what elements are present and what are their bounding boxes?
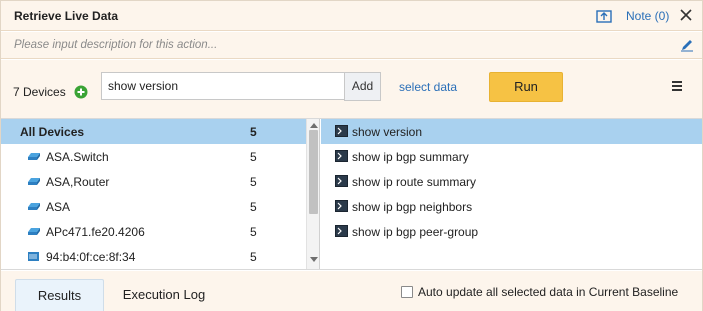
access-point-icon — [28, 228, 40, 235]
command-row[interactable]: show ip bgp neighbors — [321, 194, 702, 219]
device-count: 5 — [250, 125, 257, 139]
command-name: show version — [352, 125, 423, 139]
command-name: show ip route summary — [352, 175, 477, 189]
device-name: ASA,Router — [46, 175, 110, 189]
retrieve-live-data-panel: Retrieve Live Data Note (0) Please input… — [0, 0, 703, 311]
command-row[interactable]: show version — [321, 119, 702, 144]
auto-update-label[interactable]: Auto update all selected data in Current… — [418, 285, 678, 299]
device-row[interactable]: ASA,Router 5 — [1, 169, 306, 194]
firewall-icon — [28, 203, 40, 210]
note-link[interactable]: Note (0) — [626, 9, 669, 23]
tab-execution-log[interactable]: Execution Log — [110, 279, 218, 311]
command-row[interactable]: show ip bgp summary — [321, 144, 702, 169]
server-icon — [28, 252, 39, 261]
router-icon — [28, 178, 40, 185]
device-count: 5 — [250, 225, 257, 239]
device-name: ASA.Switch — [46, 150, 109, 164]
add-device-icon[interactable] — [74, 85, 88, 99]
tab-results[interactable]: Results — [15, 279, 104, 311]
command-row[interactable]: show ip route summary — [321, 169, 702, 194]
title-bar: Retrieve Live Data Note (0) — [1, 1, 702, 31]
command-name: show ip bgp summary — [352, 150, 469, 164]
run-button[interactable]: Run — [489, 72, 563, 102]
scroll-down-icon[interactable] — [310, 257, 318, 263]
command-name: show ip bgp neighbors — [352, 200, 473, 214]
toolbar: 7 Devices Add select data Run — [1, 60, 702, 118]
pencil-icon[interactable] — [680, 38, 694, 52]
device-row[interactable]: ASA 5 — [1, 194, 306, 219]
select-data-link[interactable]: select data — [399, 80, 457, 94]
note-icon[interactable] — [596, 8, 612, 23]
device-list-scrollbar[interactable] — [306, 119, 320, 269]
command-row[interactable]: show ip bgp peer-group — [321, 219, 702, 244]
scrollbar-thumb[interactable] — [309, 130, 318, 214]
lists-area: All Devices 5 ASA.Switch 5 ASA,Router 5 — [1, 118, 702, 270]
device-row[interactable]: ASA.Switch 5 — [1, 144, 306, 169]
device-row-all[interactable]: All Devices 5 — [1, 119, 306, 144]
device-count: 5 — [250, 175, 257, 189]
scroll-up-icon[interactable] — [310, 122, 318, 128]
bottom-bar: Results Execution Log Auto update all se… — [1, 271, 702, 311]
menu-icon[interactable] — [671, 80, 683, 92]
command-list: show version show ip bgp summary show ip… — [321, 119, 702, 269]
description-placeholder[interactable]: Please input description for this action… — [14, 39, 217, 51]
command-name: show ip bgp peer-group — [352, 225, 479, 239]
device-row[interactable]: 94:b4:0f:ce:8f:34 5 — [1, 244, 306, 269]
devices-count-label: 7 Devices — [13, 85, 66, 99]
device-name: APc471.fe20.4206 — [46, 225, 145, 239]
device-count: 5 — [250, 200, 257, 214]
add-button[interactable]: Add — [344, 72, 381, 101]
device-row[interactable]: APc471.fe20.4206 5 — [1, 219, 306, 244]
description-row[interactable]: Please input description for this action… — [1, 32, 702, 59]
auto-update-checkbox[interactable] — [401, 286, 413, 298]
device-name: 94:b4:0f:ce:8f:34 — [46, 250, 136, 264]
device-name: ASA — [46, 200, 71, 214]
switch-icon — [28, 153, 40, 160]
device-count: 5 — [250, 150, 257, 164]
device-name: All Devices — [20, 125, 85, 139]
close-icon[interactable] — [679, 8, 693, 22]
terminal-icon — [335, 125, 348, 137]
terminal-icon — [335, 225, 348, 237]
device-count: 5 — [250, 250, 257, 264]
device-list: All Devices 5 ASA.Switch 5 ASA,Router 5 — [1, 119, 306, 269]
terminal-icon — [335, 175, 348, 187]
terminal-icon — [335, 200, 348, 212]
command-input[interactable] — [101, 72, 345, 100]
terminal-icon — [335, 150, 348, 162]
panel-title: Retrieve Live Data — [14, 9, 119, 23]
